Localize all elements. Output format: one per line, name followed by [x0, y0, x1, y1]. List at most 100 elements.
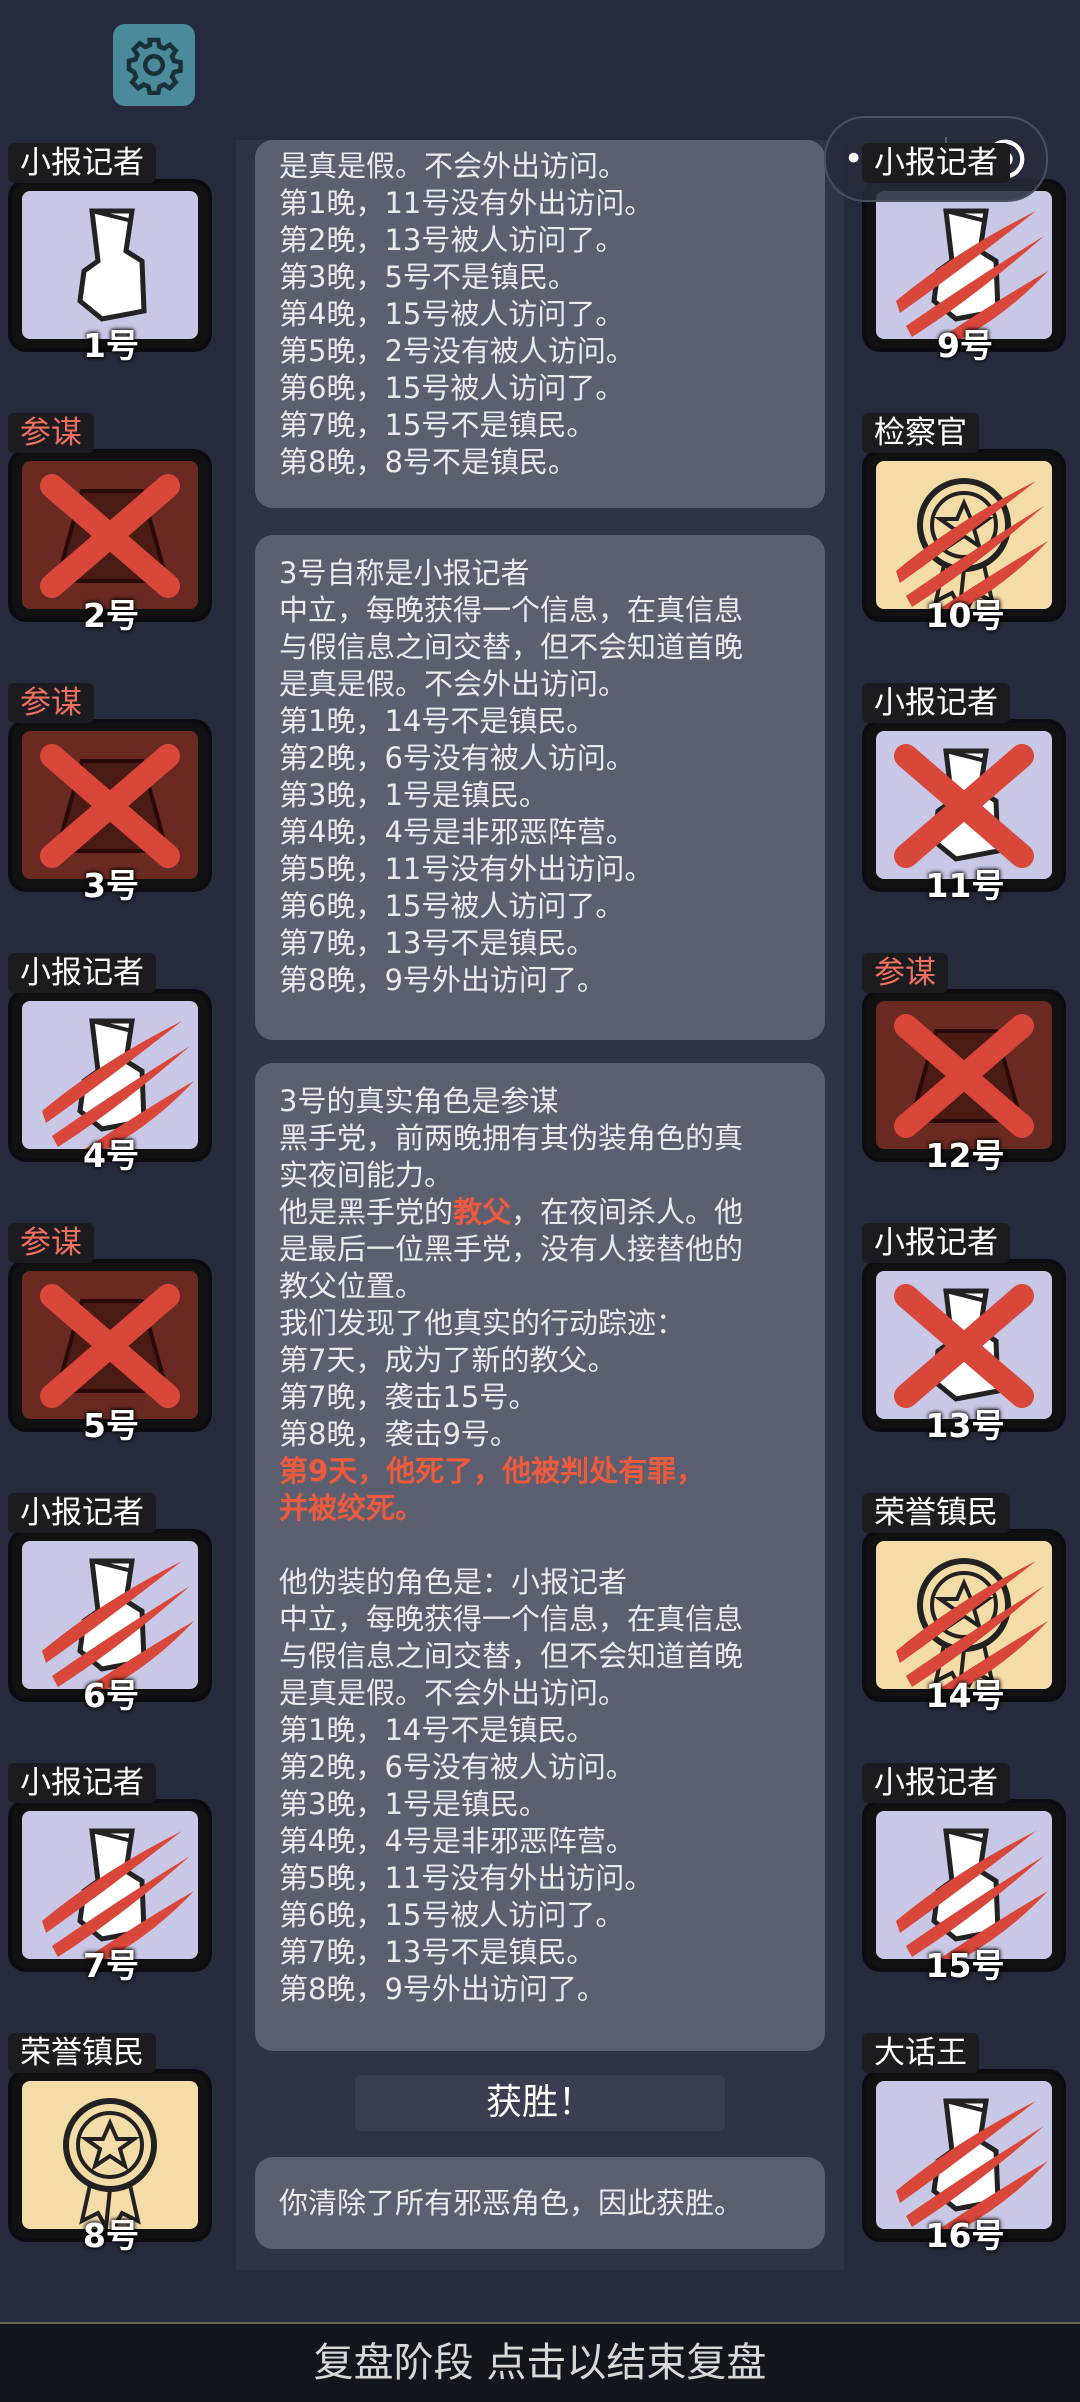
card-line: 中立，每晚获得一个信息，在真信息: [279, 1602, 744, 1636]
player-tile-5号[interactable]: 参谋 5号: [8, 1223, 214, 1445]
card-text: ，在夜间杀人。他: [511, 1195, 744, 1229]
role-avatar: [876, 1001, 1052, 1149]
end-review-button[interactable]: 复盘阶段 点击以结束复盘: [0, 2322, 1080, 2402]
role-label: 参谋: [8, 683, 94, 723]
card-line: 第4晚，15号被人访问了。: [279, 297, 625, 331]
role-label: 小报记者: [8, 953, 156, 993]
card-line: 3号的真实角色是参谋: [279, 1084, 559, 1118]
player-number: 4号: [83, 1136, 139, 1175]
role-avatar: [22, 2081, 198, 2229]
win-text: 你清除了所有邪恶角色，因此获胜。: [279, 2186, 744, 2220]
role-avatar: [22, 731, 198, 879]
player-number: 7号: [83, 1946, 139, 1985]
role-label: 小报记者: [862, 1223, 1010, 1263]
player-tile-3号[interactable]: 参谋 3号: [8, 683, 214, 905]
player-number: 16号: [925, 2216, 1005, 2255]
role-avatar: [876, 1811, 1052, 1959]
role-avatar: [22, 1541, 198, 1689]
card-line: 他伪装的角色是：小报记者: [279, 1565, 628, 1599]
role-label: 参谋: [862, 953, 948, 993]
card-line: 是真是假。不会外出访问。: [279, 1676, 628, 1710]
player-tile-13号[interactable]: 小报记者 13号: [862, 1223, 1068, 1445]
role-avatar: [876, 2081, 1052, 2229]
player-number: 15号: [925, 1946, 1005, 1985]
card-line: 第6晚，15号被人访问了。: [279, 371, 625, 405]
card-line: 他是黑手党的教父，在夜间杀人。他: [279, 1194, 801, 1231]
card-line: 3号自称是小报记者: [279, 556, 530, 590]
player-number: 3号: [83, 866, 139, 905]
card-line: 第8晚，8号不是镇民。: [279, 445, 577, 479]
card-line: 第4晚，4号是非邪恶阵营。: [279, 815, 635, 849]
player-number: 11号: [925, 866, 1005, 905]
player-tile-8号[interactable]: 荣誉镇民 8号: [8, 2033, 214, 2255]
role-avatar: [22, 461, 198, 609]
card-line: 第2晚，6号没有被人访问。: [279, 1750, 635, 1784]
card-line: 第1晚，14号不是镇民。: [279, 1713, 596, 1747]
card-line: 与假信息之间交替，但不会知道首晚: [279, 630, 744, 664]
card-line: 与假信息之间交替，但不会知道首晚: [279, 1639, 744, 1673]
info-card-1: 是真是假。不会外出访问。 第1晚，11号没有外出访问。 第2晚，13号被人访问了。第…: [255, 140, 825, 508]
card-line: 第2晚，13号被人访问了。: [279, 223, 625, 257]
card-spacer: [279, 1527, 801, 1564]
end-review-label: 复盘阶段 点击以结束复盘: [313, 2340, 767, 2386]
player-number: 1号: [83, 326, 139, 365]
role-label: 检察官: [862, 413, 979, 453]
role-avatar: [876, 191, 1052, 339]
player-tile-11号[interactable]: 小报记者 11号: [862, 683, 1068, 905]
card-line: 教父位置。: [279, 1269, 425, 1303]
card-line: 第7晚，13号不是镇民。: [279, 926, 596, 960]
card-line: 是最后一位黑手党，没有人接替他的: [279, 1232, 744, 1266]
player-number: 8号: [83, 2216, 139, 2255]
card-line: 是真是假。不会外出访问。: [279, 667, 628, 701]
card-line: 第8晚，9号外出访问了。: [279, 1972, 606, 2006]
player-tile-14号[interactable]: 荣誉镇民 14号: [862, 1493, 1068, 1715]
role-label: 小报记者: [8, 1493, 156, 1533]
settings-button[interactable]: [113, 24, 195, 106]
player-number: 2号: [83, 596, 139, 635]
player-number: 12号: [925, 1136, 1005, 1175]
role-avatar: [22, 1001, 198, 1149]
card-line: 实夜间能力。: [279, 1158, 454, 1192]
card-line: 第5晚，2号没有被人访问。: [279, 334, 635, 368]
card-line: 第1晚，14号不是镇民。: [279, 704, 596, 738]
player-number: 6号: [83, 1676, 139, 1715]
role-label: 荣誉镇民: [8, 2033, 156, 2073]
player-tile-4号[interactable]: 小报记者 4号: [8, 953, 214, 1175]
player-tile-10号[interactable]: 检察官 10号: [862, 413, 1068, 635]
card-line: 第4晚，4号是非邪恶阵营。: [279, 1824, 635, 1858]
role-label: 小报记者: [862, 1763, 1010, 1803]
role-label: 小报记者: [862, 143, 1010, 183]
player-tile-2号[interactable]: 参谋 2号: [8, 413, 214, 635]
role-avatar: [876, 1541, 1052, 1689]
card-line: 第8晚，袭击9号。: [279, 1417, 519, 1451]
card-line: 第8晚，9号外出访问了。: [279, 963, 606, 997]
player-tile-12号[interactable]: 参谋 12号: [862, 953, 1068, 1175]
card-line: 我们发现了他真实的行动踪迹：: [279, 1306, 686, 1340]
highlight-role: 教父: [453, 1195, 512, 1229]
role-label: 参谋: [8, 1223, 94, 1263]
player-tile-16号[interactable]: 大话王 16号: [862, 2033, 1068, 2255]
card-text: 他是黑手党的: [279, 1195, 454, 1229]
gear-icon: [126, 37, 183, 95]
card-line: 并被绞死。: [279, 1491, 425, 1525]
card-line: 第3晚，1号是镇民。: [279, 778, 548, 812]
card-line: 第7晚，15号不是镇民。: [279, 408, 596, 442]
role-label: 小报记者: [8, 143, 156, 183]
role-avatar: [876, 731, 1052, 879]
card-line: 黑手党，前两晚拥有其伪装角色的真: [279, 1121, 744, 1155]
card-line: 第7天，成为了新的教父。: [279, 1343, 617, 1377]
player-tile-1号[interactable]: 小报记者 1号: [8, 143, 214, 365]
info-card-3: 3号的真实角色是参谋 黑手党，前两晚拥有其伪装角色的真 实夜间能力。 他是黑手党的教父…: [255, 1063, 825, 2051]
role-label: 小报记者: [8, 1763, 156, 1803]
player-tile-7号[interactable]: 小报记者 7号: [8, 1763, 214, 1985]
role-label: 参谋: [8, 413, 94, 453]
card-line: 第7晚，袭击15号。: [279, 1380, 538, 1414]
card-line: 中立，每晚获得一个信息，在真信息: [279, 593, 744, 627]
role-label: 小报记者: [862, 683, 1010, 723]
card-line: 第2晚，6号没有被人访问。: [279, 741, 635, 775]
player-tile-6号[interactable]: 小报记者 6号: [8, 1493, 214, 1715]
role-label: 荣誉镇民: [862, 1493, 1010, 1533]
player-tile-15号[interactable]: 小报记者 15号: [862, 1763, 1068, 1985]
role-avatar: [876, 461, 1052, 609]
card-line: 第3晚，1号是镇民。: [279, 1787, 548, 1821]
